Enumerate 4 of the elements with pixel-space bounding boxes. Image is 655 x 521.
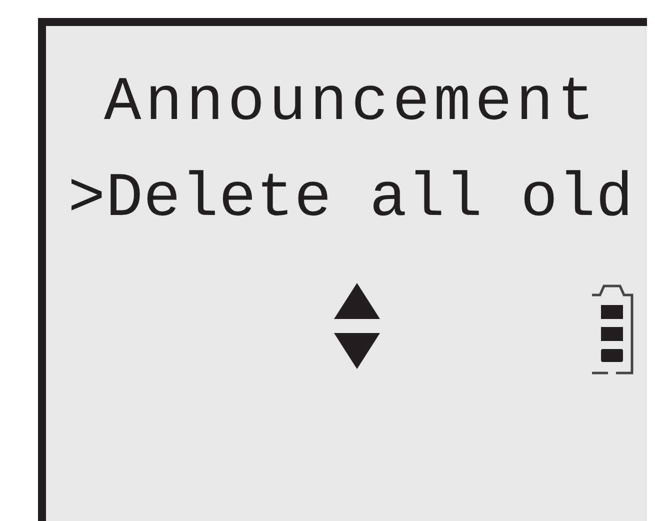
- battery-icon: [590, 282, 634, 375]
- scroll-arrows-icon: [334, 282, 380, 369]
- menu-option: >Delete all old: [46, 140, 647, 237]
- display-title: Announcement: [103, 66, 600, 140]
